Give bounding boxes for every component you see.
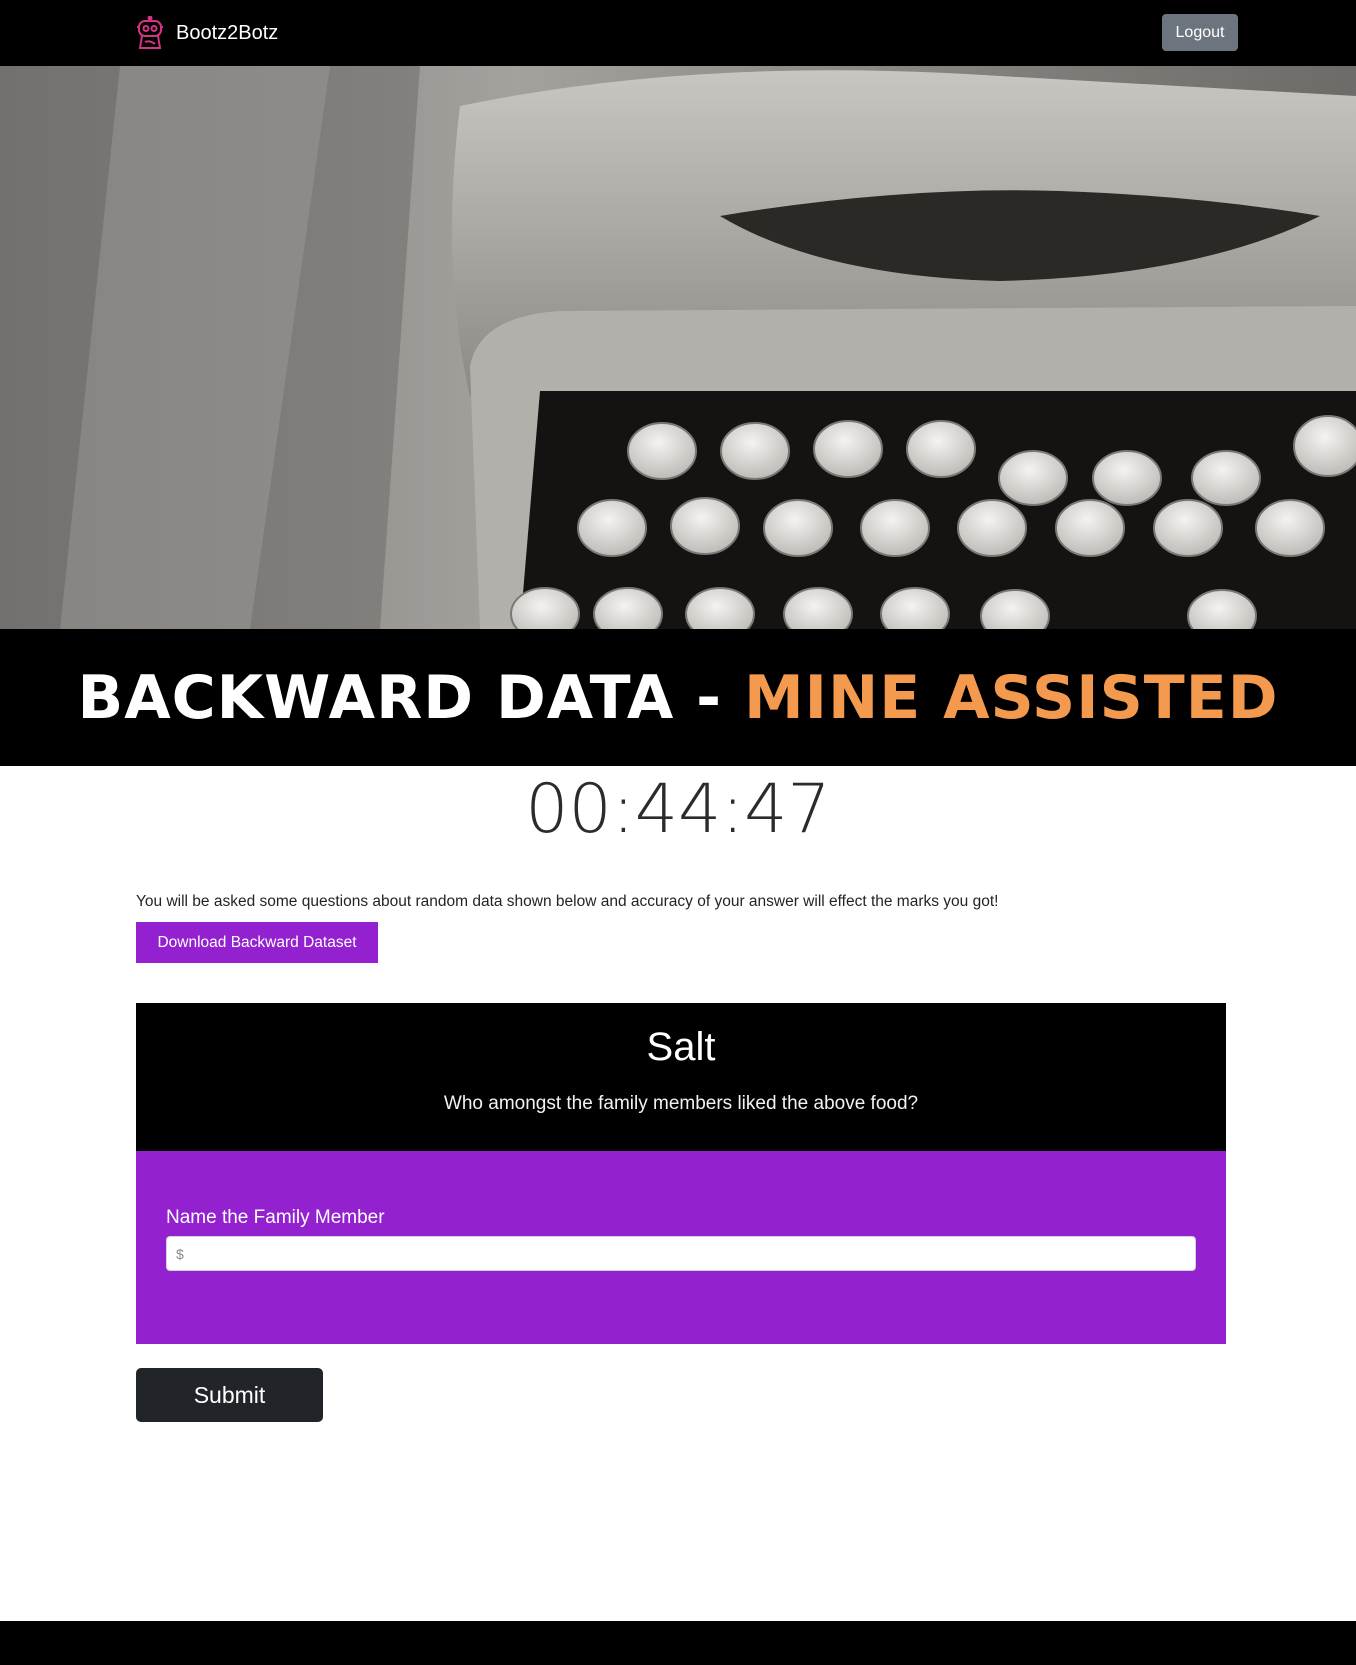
brand-name: Bootz2Botz xyxy=(176,21,279,44)
title-main: BACKWARD DATA - xyxy=(77,662,744,733)
hero-image xyxy=(0,66,1356,629)
countdown-timer: 00:44:47 xyxy=(525,770,831,849)
question-title: Salt xyxy=(646,1025,716,1069)
answer-panel: Name the Family Member xyxy=(136,1151,1226,1344)
submit-button[interactable]: Submit xyxy=(136,1368,323,1422)
download-dataset-button[interactable]: Download Backward Dataset xyxy=(136,922,378,963)
navbar: Bootz2Botz Logout xyxy=(0,0,1356,66)
page-title: BACKWARD DATA - MINE ASSISTED xyxy=(77,663,1278,733)
page-banner: BACKWARD DATA - MINE ASSISTED xyxy=(0,629,1356,766)
instructions-text: You will be asked some questions about r… xyxy=(136,893,999,910)
question-text: Who amongst the family members liked the… xyxy=(443,1093,919,1114)
robot-icon xyxy=(136,16,164,50)
title-accent: MINE ASSISTED xyxy=(743,662,1279,733)
footer xyxy=(0,1621,1356,1665)
logout-button[interactable]: Logout xyxy=(1162,14,1238,51)
answer-label: Name the Family Member xyxy=(166,1207,385,1228)
brand-link[interactable]: Bootz2Botz xyxy=(136,15,278,51)
answer-input[interactable] xyxy=(166,1236,1196,1271)
question-header: Salt Who amongst the family members like… xyxy=(136,1003,1226,1151)
